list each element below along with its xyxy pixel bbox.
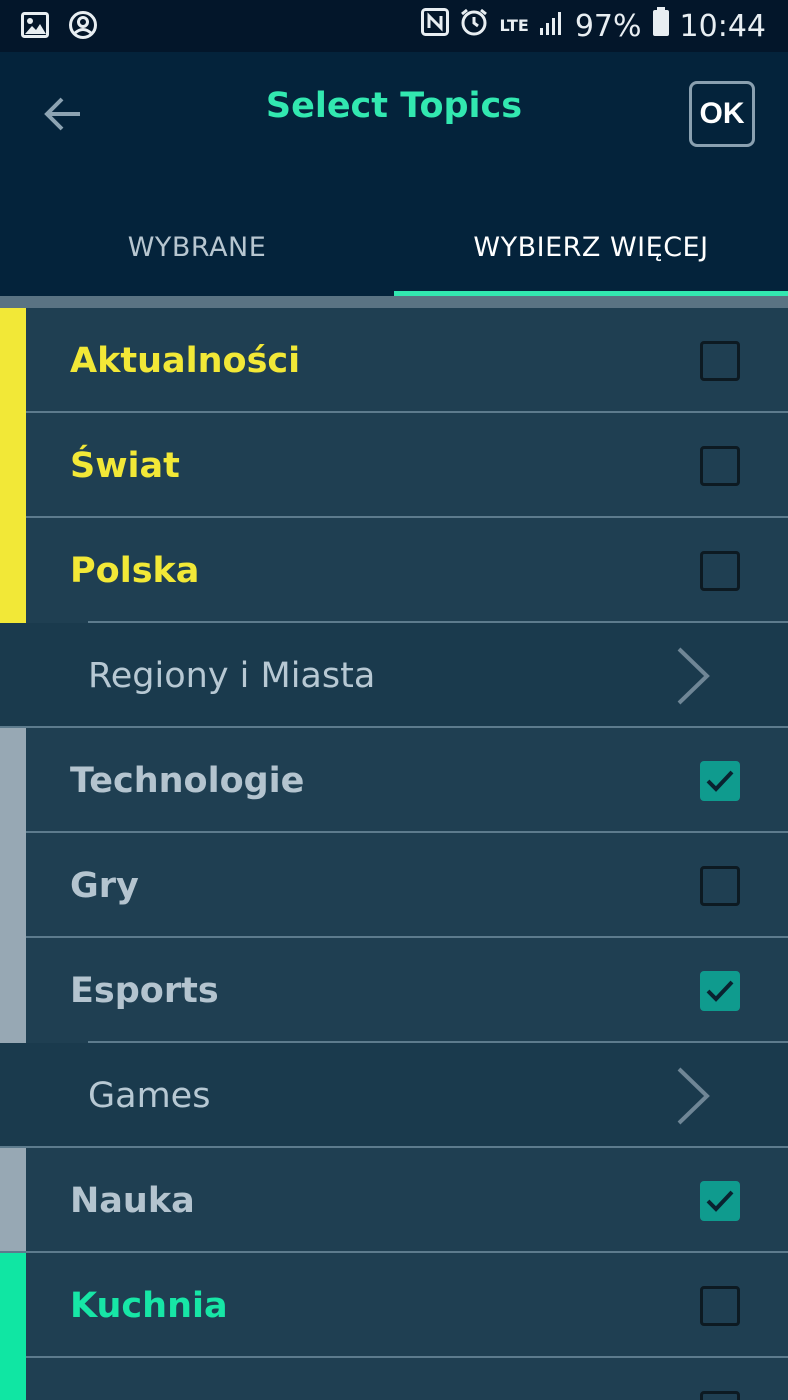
signal-icon (539, 8, 565, 44)
list-item[interactable]: Kuchnia (0, 1253, 788, 1358)
subcategory-label: Games (88, 1075, 211, 1116)
topic-checkbox[interactable] (700, 1181, 740, 1221)
list-item[interactable]: Technologie (0, 728, 788, 833)
topic-label: Nauka (70, 1180, 195, 1221)
status-bar: LTE 97% 10:44 (0, 0, 788, 52)
category-stripe (0, 938, 26, 1043)
topic-label: Polska (70, 550, 200, 591)
check-icon (706, 980, 734, 1002)
tabs-divider (0, 296, 788, 308)
topic-checkbox[interactable] (700, 1286, 740, 1326)
category-stripe (0, 518, 26, 623)
chevron-right-icon (668, 645, 718, 707)
arrow-left-icon (44, 97, 80, 131)
tab-bar: WYBRANE WYBIERZ WIĘCEJ (0, 198, 788, 296)
image-icon (20, 10, 50, 40)
list-item[interactable]: Aktualności (0, 308, 788, 413)
list-item[interactable]: Nauka (0, 1148, 788, 1253)
category-stripe (0, 728, 26, 833)
app-bar: Select Topics OK WYBRANE WYBIERZ WIĘCEJ (0, 52, 788, 296)
topic-checkbox[interactable] (700, 341, 740, 381)
check-icon (706, 1190, 734, 1212)
list-item-partial[interactable] (0, 1358, 788, 1400)
category-stripe (0, 1253, 26, 1358)
topic-checkbox[interactable] (700, 1391, 740, 1400)
category-stripe (0, 1148, 26, 1253)
topic-checkbox[interactable] (700, 866, 740, 906)
list-item[interactable]: Esports (0, 938, 788, 1043)
subcategory-item[interactable]: Regiony i Miasta (0, 623, 788, 728)
clock: 10:44 (679, 8, 766, 44)
tab-choose-more[interactable]: WYBIERZ WIĘCEJ (394, 198, 788, 296)
topic-checkbox[interactable] (700, 551, 740, 591)
topic-label: Kuchnia (70, 1285, 228, 1326)
category-stripe (0, 308, 26, 413)
topic-checkbox[interactable] (700, 446, 740, 486)
subcategory-label: Regiony i Miasta (88, 655, 376, 696)
back-button[interactable] (38, 90, 86, 138)
list-item[interactable]: Gry (0, 833, 788, 938)
check-icon (706, 770, 734, 792)
topic-checkbox[interactable] (700, 761, 740, 801)
battery-percent: 97% (574, 8, 642, 44)
lte-icon: LTE (499, 16, 529, 35)
list-item[interactable]: Świat (0, 413, 788, 518)
nfc-icon (421, 8, 450, 44)
topic-checkbox[interactable] (700, 971, 740, 1011)
topic-label: Gry (70, 865, 139, 906)
category-stripe (0, 1358, 26, 1400)
battery-icon (652, 7, 670, 45)
ok-button[interactable]: OK (689, 81, 755, 147)
topic-label: Świat (70, 445, 180, 486)
page-title: Select Topics (265, 86, 523, 126)
account-circle-icon (68, 10, 98, 40)
subcategory-item[interactable]: Games (0, 1043, 788, 1148)
topic-list[interactable]: Aktualności Świat Polska Regiony i Miast… (0, 308, 788, 1400)
chevron-right-icon (668, 1065, 718, 1127)
topic-label: Aktualności (70, 340, 301, 381)
category-stripe (0, 833, 26, 938)
topic-label: Technologie (70, 760, 305, 801)
topic-label: Esports (70, 970, 219, 1011)
list-item[interactable]: Polska (0, 518, 788, 623)
category-stripe (0, 413, 26, 518)
tab-selected[interactable]: WYBRANE (0, 198, 394, 296)
alarm-icon (459, 7, 489, 45)
